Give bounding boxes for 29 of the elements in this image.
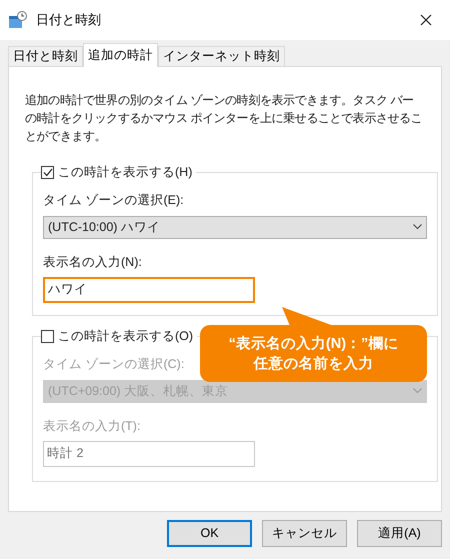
checkbox-label: この時計を表示する(O) [58, 328, 194, 345]
checkbox[interactable] [41, 166, 54, 179]
tab[interactable]: インターネット時刻 [158, 46, 285, 66]
field-label: タイム ゾーンの選択(C): [43, 356, 184, 373]
dialog-button[interactable]: OK [167, 520, 252, 547]
window-title: 日付と時刻 [36, 11, 102, 30]
callout-text: “表示名の入力(N)：”欄に [228, 334, 398, 354]
dialog-button[interactable]: キャンセル [262, 520, 347, 547]
name-field[interactable]: 時計 2 [43, 440, 255, 466]
field-label: タイム ゾーンの選択(E): [43, 192, 184, 209]
checkmark-icon [42, 168, 52, 177]
tab[interactable]: 追加の時計 [83, 43, 158, 67]
dialog-button[interactable]: 適用(A) [357, 520, 442, 547]
chevron-down-icon [413, 388, 422, 394]
checkbox[interactable] [41, 330, 54, 343]
field-value: ハワイ [48, 281, 87, 298]
tab[interactable]: 日付と時刻 [8, 46, 83, 66]
close-icon[interactable] [420, 14, 432, 26]
checkbox-label: この時計を表示する(H) [58, 164, 192, 181]
field-label: 表示名の入力(N): [43, 254, 142, 271]
field-value: 時計 2 [47, 445, 84, 462]
callout-text: 任意の名前を入力 [254, 354, 374, 374]
chevron-down-icon [413, 224, 422, 230]
description: 追加の時計で世界の別のタイム ゾーンの時刻を表示できます。タスク バーの時計をクリックするかマウス ポインターを上に乗せることで表示させることができます。 [25, 92, 423, 145]
field-label: 表示名の入力(T): [43, 418, 140, 435]
timezone-dropdown[interactable]: (UTC-10:00) ハワイ [43, 216, 427, 239]
calendar-clock-icon [8, 11, 28, 29]
dropdown-value: (UTC-10:00) ハワイ [48, 218, 160, 236]
name-field[interactable]: ハワイ [43, 276, 255, 302]
